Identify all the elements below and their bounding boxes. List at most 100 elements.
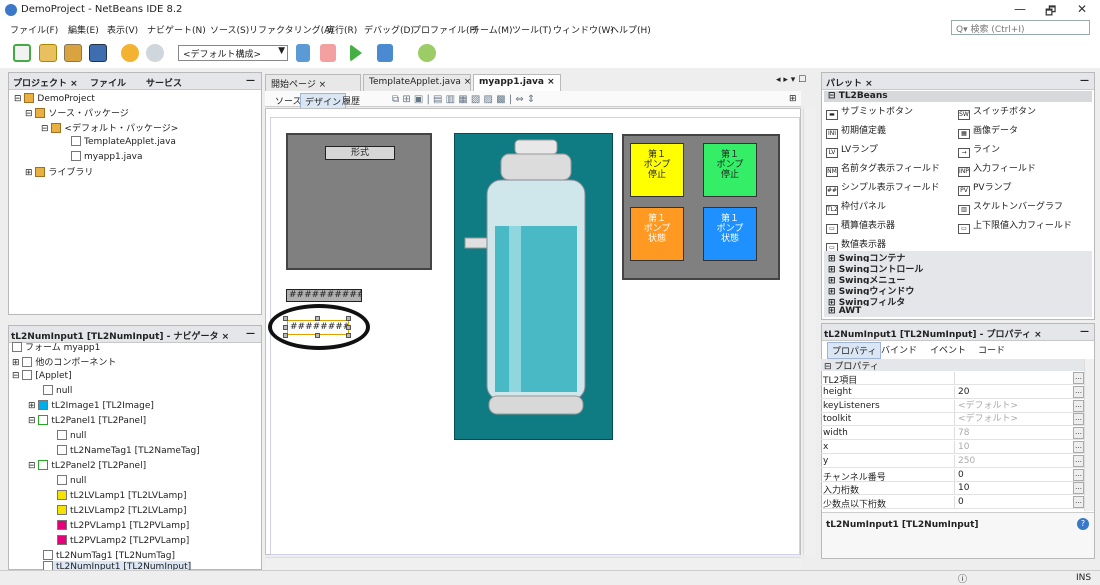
property-row[interactable]: keyListeners <デフォルト>… [821,399,1084,413]
menu-team[interactable]: チーム(M) [471,23,513,36]
property-row[interactable]: 入力桁数 10… [821,482,1084,496]
menu-window[interactable]: ウィンドウ(W) [553,23,614,36]
property-row[interactable]: y 250… [821,454,1084,468]
format-button[interactable]: 形式 [325,146,395,160]
tree-item[interactable]: tL2LVLamp2 [TL2LVLamp] [57,505,187,516]
open-project-icon[interactable] [64,44,82,62]
tree-item[interactable]: tL2PVLamp2 [TL2PVLamp] [57,535,189,546]
menu-profile[interactable]: プロファイル(P) [412,23,478,36]
property-edit-button[interactable]: … [1073,496,1084,509]
palette-item[interactable]: INI 初期値定義 [826,123,886,139]
properties-section[interactable]: ⊟ プロパティ [821,359,1084,372]
tree-item[interactable]: ⊞ 他のコンポーネント [12,355,116,368]
tab-template-applet[interactable]: TemplateApplet.java × [363,74,471,91]
property-row[interactable]: 少数点以下桁数 0… [821,496,1084,510]
palette-minimize-button[interactable]: — [1080,76,1089,86]
menu-view[interactable]: 表示(V) [107,23,138,36]
palette-item[interactable]: ▭ 上下限値入力フィールド [958,218,1072,234]
property-row[interactable]: toolkit <デフォルト>… [821,413,1084,427]
property-row[interactable]: x 10… [821,441,1084,454]
pump-1-stop-lamp-green[interactable]: 第１ ポンプ 停止 [703,143,757,197]
tree-item[interactable]: null [57,430,86,441]
pump-1-status-lamp-orange[interactable]: 第１ ポンプ 状態 [630,207,684,261]
property-row[interactable]: TL2項目… [821,372,1084,386]
palette-item[interactable]: LV LVランプ [826,142,878,158]
navigator-minimize-button[interactable]: — [246,329,255,339]
palette-item[interactable]: → ライン [958,142,1000,158]
property-row[interactable]: チャンネル番号 0… [821,468,1084,483]
property-value[interactable]: 10 [954,482,1072,495]
undo-icon[interactable] [121,44,139,62]
palette-item[interactable]: ▦ 画像データ [958,123,1018,139]
build-icon[interactable] [296,44,310,62]
property-edit-button[interactable]: … [1073,454,1084,467]
palette-item[interactable]: ▭ 積算値表示器 [826,218,895,234]
pump-1-stop-lamp-yellow[interactable]: 第１ ポンプ 停止 [630,143,684,197]
debug-icon[interactable] [377,44,393,62]
tree-item[interactable]: tL2LVLamp1 [TL2LVLamp] [57,490,187,501]
properties-scrollbar[interactable] [1084,359,1094,511]
editor-scrollbar-v[interactable] [803,108,816,555]
tree-item[interactable]: ⊞ ライブラリ [25,165,93,178]
subtab-history[interactable]: 履歴 [338,93,364,108]
properties-minimize-button[interactable]: — [1080,327,1089,337]
editor-tab-controls-icon[interactable]: ◂ ▸ ▾ ☐ [776,75,806,85]
tab-services[interactable]: サービス [146,76,182,89]
menu-tools[interactable]: ツール(T) [512,23,552,36]
name-tag-field[interactable]: ########## [286,289,362,302]
property-edit-button[interactable]: … [1073,385,1084,398]
close-button[interactable]: ✕ [1077,2,1087,16]
tree-item[interactable]: null [43,385,72,396]
palette-item[interactable]: ## シンプル表示フィールド [826,180,940,196]
property-value[interactable]: 20 [954,385,1072,398]
property-edit-button[interactable]: … [1073,441,1084,453]
search-input[interactable]: Q▾ 検索 (Ctrl+I) [951,20,1090,35]
property-edit-button[interactable]: … [1073,413,1084,426]
tab-properties[interactable]: プロパティ [827,342,882,359]
palette-item[interactable]: SW スイッチボタン [958,104,1036,120]
tree-item[interactable]: ⊟ tL2Panel2 [TL2Panel] [28,460,146,471]
tree-item[interactable]: ⊟ ソース・パッケージ [25,106,129,119]
menu-navigate[interactable]: ナビゲート(N) [147,23,206,36]
property-value[interactable]: 250 [954,454,1072,467]
menu-help[interactable]: ヘルプ(H) [610,23,651,36]
property-edit-button[interactable]: … [1073,482,1084,495]
palette-category[interactable]: ⊞ Swingウィンドウ [824,284,1092,297]
menu-run[interactable]: 実行(R) [326,23,357,36]
tab-start-page[interactable]: 開始ページ × [265,74,361,91]
new-file-icon[interactable] [13,44,31,62]
tree-item[interactable]: tL2NameTag1 [TL2NameTag] [57,445,200,456]
palette-category[interactable]: ⊞ Swingコンテナ [824,251,1092,264]
menu-debug[interactable]: デバッグ(D) [364,23,414,36]
palette-title[interactable]: パレット × [826,76,873,89]
tank-image[interactable] [454,133,613,440]
clean-build-icon[interactable] [320,44,336,62]
tree-item[interactable]: tL2PVLamp1 [TL2PVLamp] [57,520,189,531]
menu-refactor[interactable]: リファクタリング(A) [249,23,334,36]
config-select[interactable]: <デフォルト構成> ▼ [178,45,288,61]
palette-item[interactable]: INP 入力フィールド [958,161,1036,177]
property-value[interactable] [954,372,1072,384]
property-value[interactable]: <デフォルト> [954,399,1072,412]
projects-minimize-button[interactable]: — [246,76,255,86]
property-value[interactable]: 10 [954,441,1072,453]
menu-source[interactable]: ソース(S) [210,23,249,36]
tree-item[interactable]: tL2NumTag1 [TL2NumTag] [43,550,175,561]
tree-item[interactable]: myapp1.java [71,151,142,162]
menu-file[interactable]: ファイル(F) [10,23,58,36]
notifications-icon[interactable]: ⓘ [958,572,967,585]
property-value[interactable]: 78 [954,427,1072,440]
palette-item[interactable]: NM 名前タグ表示フィールド [826,161,940,177]
palette-category[interactable]: ⊞ Swingコントロール [824,262,1092,275]
profile-icon[interactable] [418,44,436,62]
design-tools-icon[interactable]: ⧉ ⊞ ▣ | ▤ ▥ ▦ ▧ ▨ ▩ | ⇔ ⇕ [392,94,535,105]
palette-category[interactable]: ⊞ Swingメニュー [824,273,1092,286]
tree-item[interactable]: ⊟ [Applet] [12,370,72,381]
save-all-icon[interactable] [89,44,107,62]
tab-bind[interactable]: バインド [881,343,917,356]
expand-icon[interactable]: ⊞ [789,94,797,104]
tab-projects[interactable]: プロジェクト × [13,76,78,89]
new-project-icon[interactable] [39,44,57,62]
tree-item[interactable]: null [57,475,86,486]
palette-category[interactable]: ⊞ AWT [824,306,1092,317]
